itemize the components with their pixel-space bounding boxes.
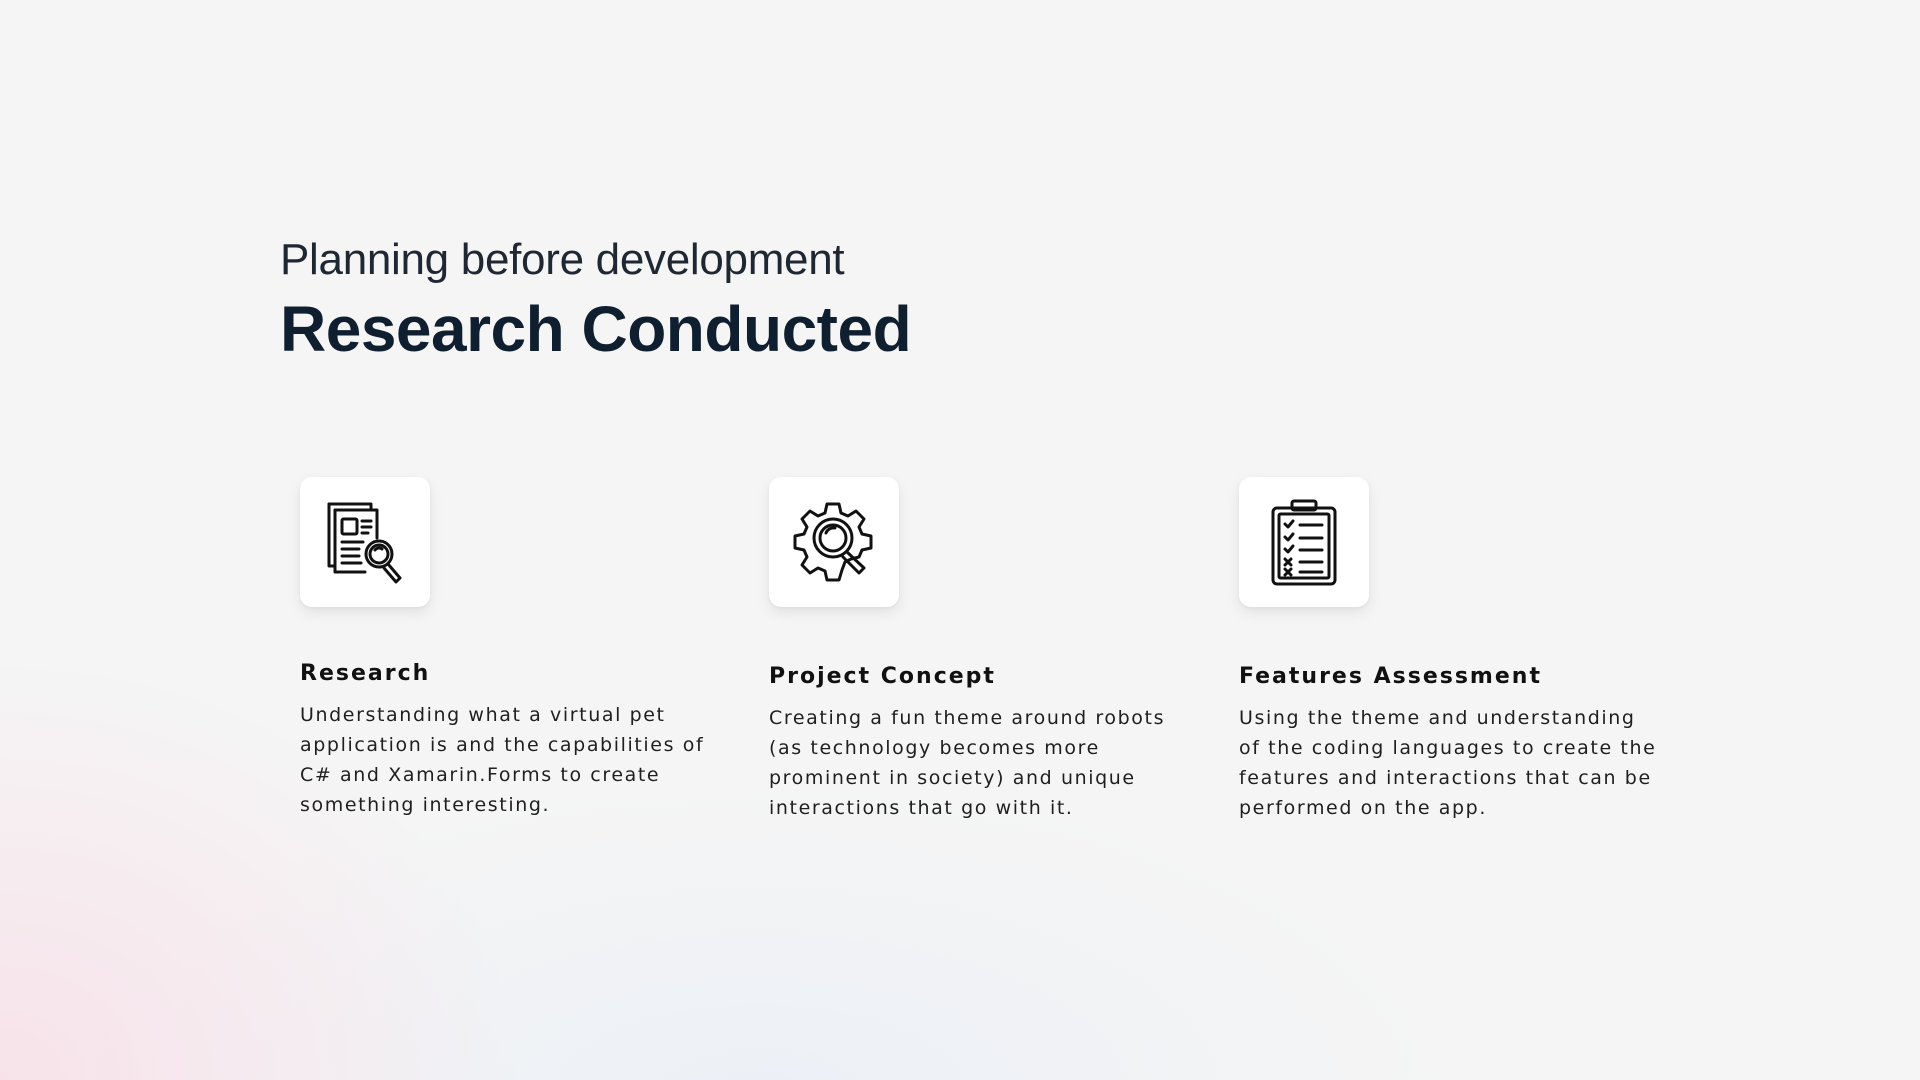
slide: Planning before development Research Con… [0,0,1920,1080]
project-concept-description: Creating a fun theme around robots (as t… [769,707,1166,819]
project-concept-icon-box [769,477,899,607]
slide-title: Research Conducted [280,293,912,365]
research-title: Research [300,661,431,686]
gear-search-icon [793,502,873,582]
clipboard-checklist-icon [1271,499,1337,586]
slide-subtitle: Planning before development [280,235,845,284]
features-assessment-title: Features Assessment [1239,664,1542,689]
research-card: Research Understanding what a virtual pe… [300,477,720,820]
features-assessment-icon-box [1239,477,1369,607]
research-description: Understanding what a virtual pet applica… [300,704,705,816]
research-icon-box [300,477,430,607]
features-assessment-description: Using the theme and understanding of the… [1239,707,1657,819]
document-search-icon [327,502,402,584]
features-assessment-card: Features Assessment Using the theme and … [1239,477,1659,823]
project-concept-title: Project Concept [769,664,996,689]
project-concept-card: Project Concept Creating a fun theme aro… [769,477,1189,823]
